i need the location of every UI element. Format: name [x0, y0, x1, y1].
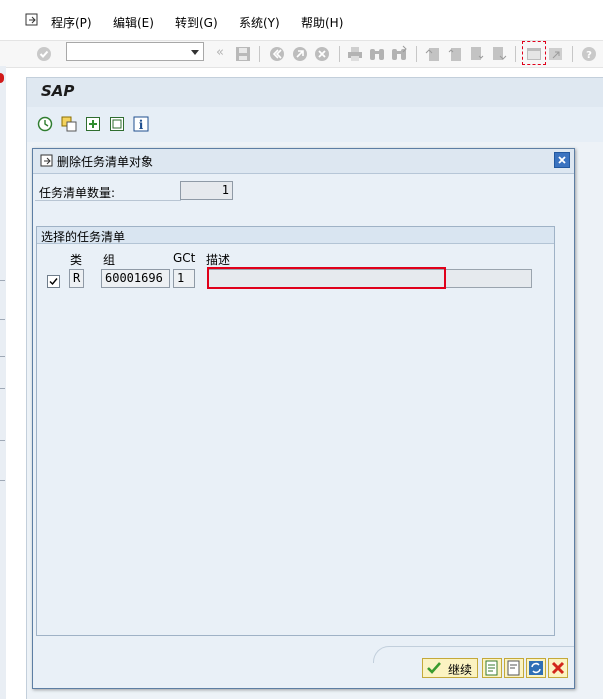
dialog-title: 删除任务清单对象: [57, 155, 154, 169]
shortcut-icon[interactable]: [547, 45, 565, 63]
print-icon[interactable]: [346, 45, 364, 63]
info-icon[interactable]: i: [133, 116, 149, 132]
menu-help[interactable]: 帮助(H): [301, 14, 343, 31]
copy-object-icon[interactable]: [61, 116, 77, 132]
toolbar-separator: [339, 46, 340, 62]
deselect-all-icon: [507, 660, 520, 676]
help-icon[interactable]: ?: [580, 45, 598, 63]
background-window-edge: [0, 66, 6, 699]
group-header: 选择的任务清单: [37, 227, 554, 244]
previous-page-icon[interactable]: [446, 45, 464, 63]
label-underline: [35, 200, 181, 201]
check-icon: [427, 662, 441, 674]
find-icon[interactable]: [368, 45, 386, 63]
svg-text:?: ?: [586, 50, 592, 61]
execute-clock-icon[interactable]: [37, 116, 53, 132]
cancel-icon[interactable]: [313, 45, 331, 63]
row-group-field[interactable]: 60001696: [101, 269, 170, 288]
deselect-all-button[interactable]: [504, 658, 524, 678]
row-gct-field[interactable]: 1: [173, 269, 195, 288]
cancel-x-icon: [551, 661, 565, 675]
delete-line-icon[interactable]: [109, 116, 125, 132]
refresh-icon: [529, 661, 543, 675]
cancel-button[interactable]: [548, 658, 568, 678]
expand-arrows-icon[interactable]: «: [216, 45, 224, 60]
next-page-icon[interactable]: [468, 45, 486, 63]
column-header-type: 类: [70, 253, 83, 267]
dialog-title-bar: 删除任务清单对象: [33, 149, 574, 174]
dialog-window-icon: [40, 154, 53, 167]
select-all-button[interactable]: [482, 658, 502, 678]
toolbar-separator: [572, 46, 573, 62]
column-header-description: 描述: [206, 253, 231, 267]
menu-system[interactable]: 系统(Y): [239, 14, 280, 31]
first-page-icon[interactable]: [424, 45, 442, 63]
refresh-button[interactable]: [526, 658, 546, 678]
delete-task-list-dialog: 删除任务清单对象 任务清单数量: 1 选择的任务清单 类 组 GCt 描述 R …: [32, 148, 575, 689]
toolbar-separator: [416, 46, 417, 62]
svg-text:i: i: [139, 118, 144, 132]
menu-program[interactable]: 程序(P): [51, 14, 92, 31]
back-icon[interactable]: [268, 45, 286, 63]
row-type-field[interactable]: R: [69, 269, 84, 288]
exit-icon[interactable]: [291, 45, 309, 63]
screen-title-bar: SAP: [26, 77, 603, 108]
select-all-icon: [485, 660, 498, 676]
save-icon[interactable]: [234, 45, 252, 63]
menu-bar: 程序(P) 编辑(E) 转到(G) 系统(Y) 帮助(H): [0, 0, 603, 40]
new-session-icon[interactable]: [525, 45, 543, 63]
screen-title: SAP: [41, 82, 75, 100]
standard-toolbar: « ?: [0, 40, 603, 68]
application-toolbar: i: [26, 107, 603, 143]
menu-window-icon[interactable]: [25, 13, 39, 27]
continue-button[interactable]: 继续: [422, 658, 478, 678]
column-header-group: 组: [103, 253, 116, 267]
add-line-icon[interactable]: [85, 116, 101, 132]
chevron-down-icon[interactable]: [191, 50, 199, 55]
task-list-count-label: 任务清单数量:: [39, 186, 116, 200]
find-next-icon[interactable]: [390, 45, 408, 63]
close-icon: [558, 156, 566, 164]
menu-goto[interactable]: 转到(G): [175, 14, 218, 31]
selected-task-lists-group: 选择的任务清单 类 组 GCt 描述 R 60001696 1: [36, 226, 555, 636]
enter-check-icon[interactable]: [35, 45, 53, 63]
close-button[interactable]: [554, 152, 570, 168]
command-field[interactable]: [66, 42, 204, 61]
last-page-icon[interactable]: [490, 45, 508, 63]
toolbar-separator: [515, 46, 516, 62]
row-select-checkbox[interactable]: [47, 275, 60, 288]
description-highlight-box: [207, 267, 446, 289]
status-marker-icon: [0, 73, 4, 83]
toolbar-separator: [259, 46, 260, 62]
menu-edit[interactable]: 编辑(E): [113, 14, 154, 31]
task-list-count-field[interactable]: 1: [180, 181, 233, 200]
checkmark-icon: [49, 278, 58, 286]
column-header-gct: GCt: [173, 251, 196, 265]
continue-label: 继续: [448, 663, 473, 677]
group-title: 选择的任务清单: [41, 230, 126, 244]
